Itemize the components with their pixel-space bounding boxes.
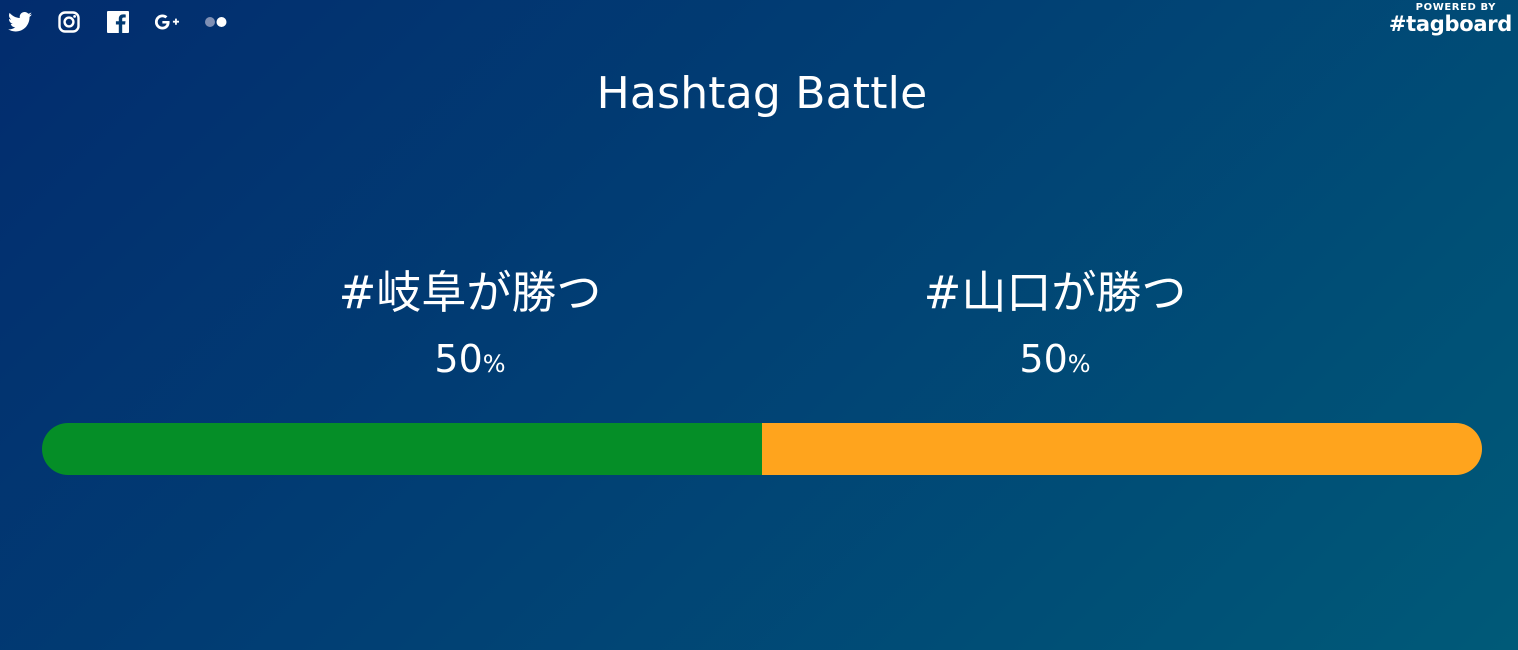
tagboard-logo: #tagboard: [1388, 12, 1512, 36]
instagram-icon[interactable]: [57, 10, 81, 34]
contestant-left-percent-value: 50: [434, 337, 483, 381]
contestant-right-percent-symbol: %: [1067, 350, 1091, 378]
social-icons: [8, 10, 253, 34]
contestant-left: #岐阜が勝つ 50%: [170, 265, 770, 386]
twitter-icon[interactable]: [8, 10, 32, 34]
page-title: Hashtag Battle: [596, 68, 928, 119]
facebook-icon[interactable]: [106, 10, 130, 34]
powered-by-tagboard[interactable]: POWERED BY #tagboard: [1389, 3, 1512, 35]
battle-bar-left-segment: [42, 423, 762, 475]
contestant-right-percent: 50%: [755, 337, 1355, 386]
contestant-left-percent-symbol: %: [482, 350, 506, 378]
flickr-icon[interactable]: [204, 10, 228, 34]
contestant-left-hashtag: #岐阜が勝つ: [338, 266, 602, 319]
contestant-left-percent: 50%: [170, 337, 770, 386]
contestant-right-hashtag: #山口が勝つ: [923, 266, 1187, 319]
google-plus-icon[interactable]: [155, 10, 179, 34]
battle-bar-right-segment: [762, 423, 1482, 475]
battle-bar: [42, 423, 1482, 475]
contestant-right-percent-value: 50: [1019, 337, 1068, 381]
contestant-right: #山口が勝つ 50%: [755, 265, 1355, 386]
